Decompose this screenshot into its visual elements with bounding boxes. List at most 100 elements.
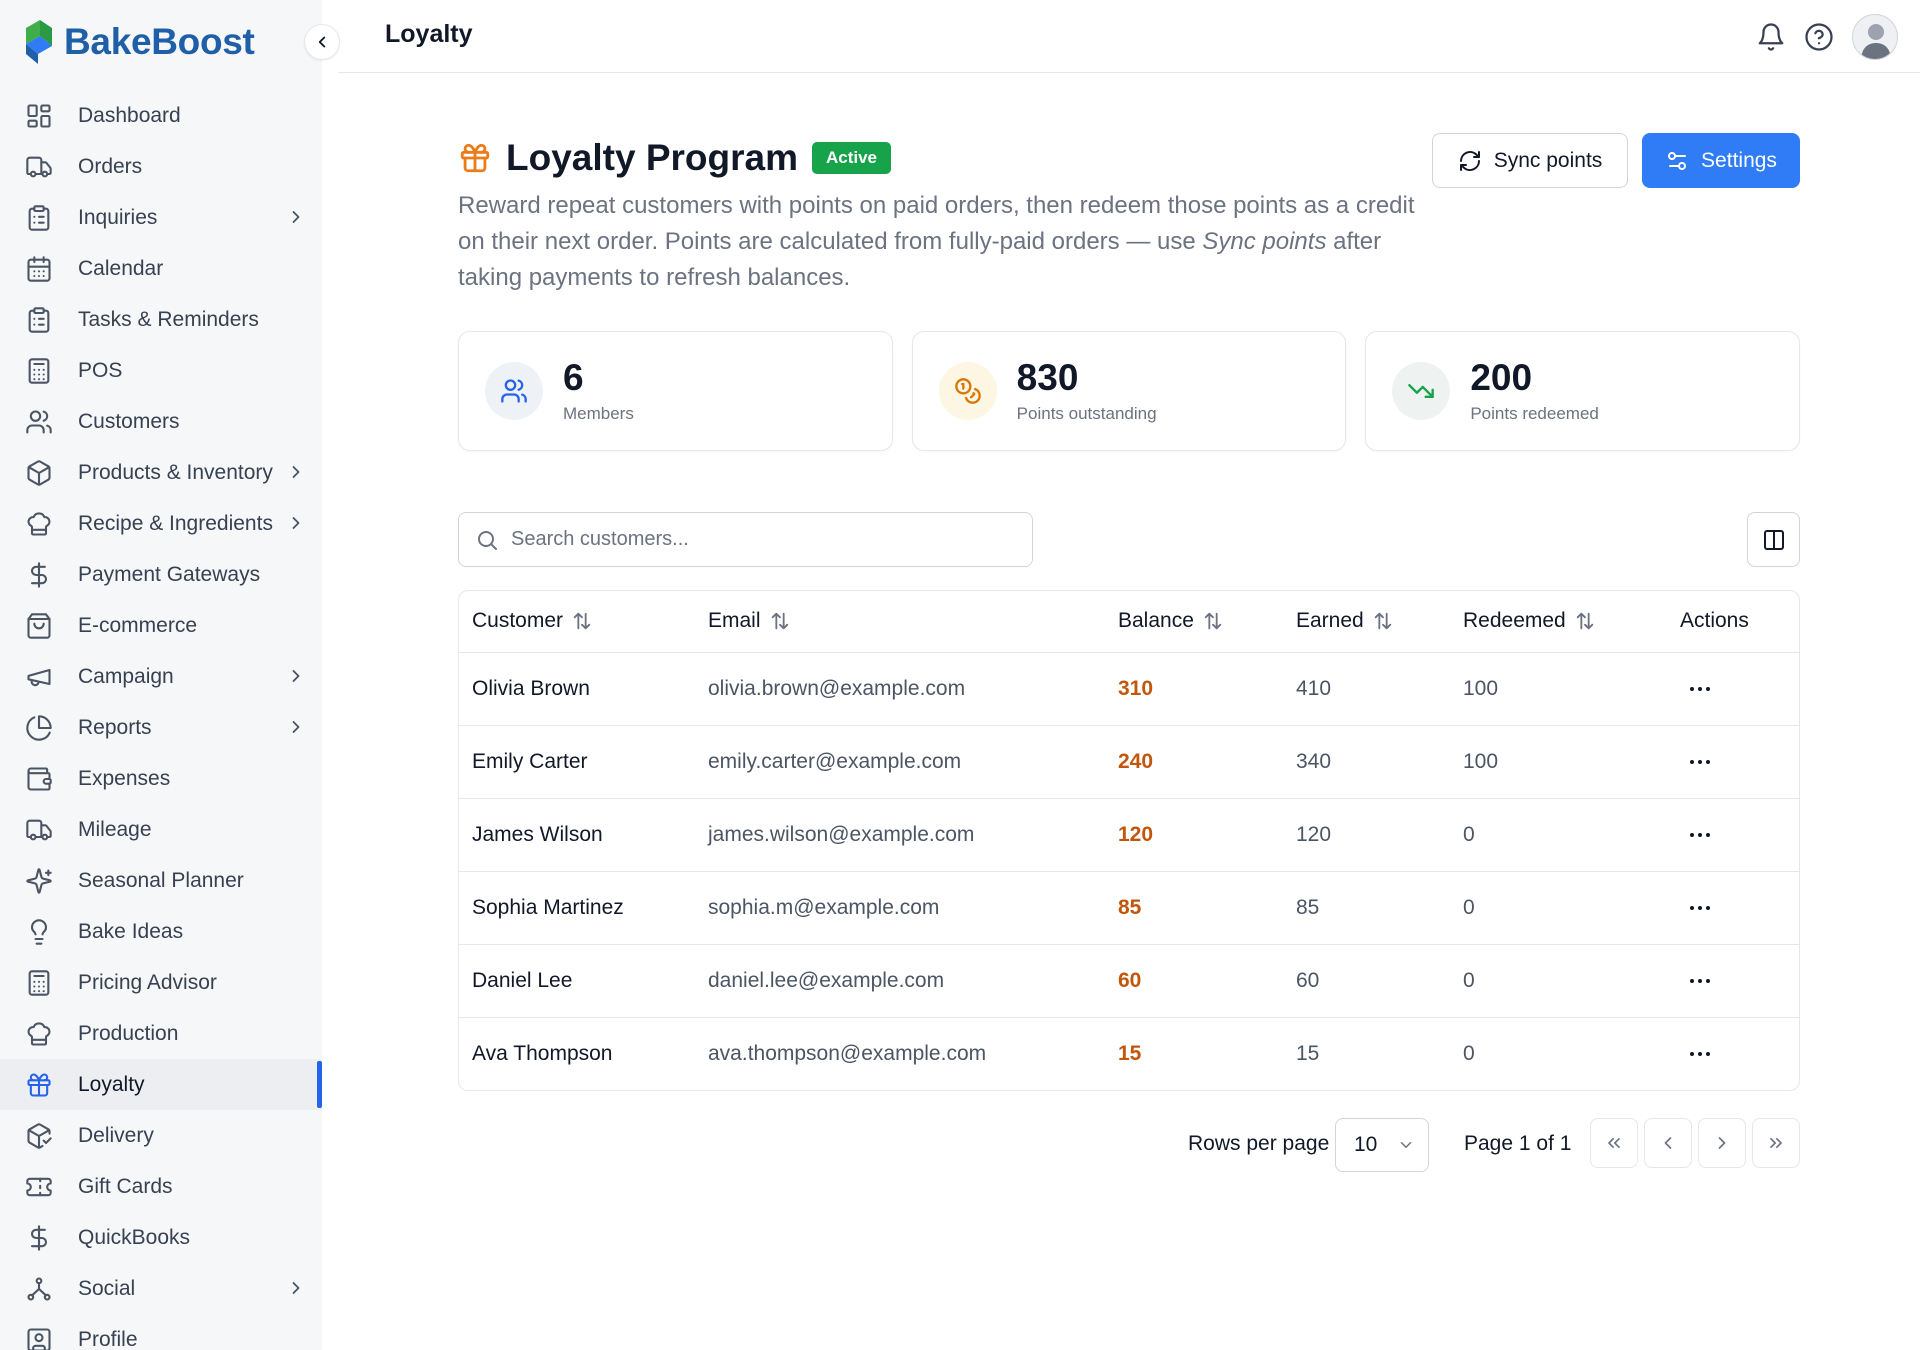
bell-icon[interactable] bbox=[1756, 22, 1786, 52]
settings-button[interactable]: Settings bbox=[1642, 133, 1800, 188]
sidebar-item-inquiries[interactable]: Inquiries bbox=[0, 192, 322, 243]
ticket-icon bbox=[26, 1177, 52, 1196]
search-input[interactable] bbox=[511, 528, 991, 551]
pagination: Rows per page 10 Page 1 of 1 bbox=[458, 1118, 1800, 1172]
chevrons-left-icon bbox=[1608, 1138, 1620, 1148]
sidebar-item-label: Payment Gateways bbox=[78, 562, 261, 586]
sidebar-item-campaign[interactable]: Campaign bbox=[0, 651, 322, 702]
more-actions-icon[interactable] bbox=[1680, 1051, 1799, 1056]
chevron-right-icon bbox=[286, 462, 306, 482]
previous-page-button[interactable] bbox=[1644, 1118, 1692, 1168]
row-actions-cell bbox=[1667, 871, 1799, 945]
table-row: James Wilson james.wilson@example.com 120 1… bbox=[459, 798, 1799, 872]
sidebar-item-pricing-advisor[interactable]: Pricing Advisor bbox=[0, 957, 322, 1008]
network-icon bbox=[27, 1276, 51, 1301]
last-page-button[interactable] bbox=[1752, 1118, 1800, 1168]
stat-card: 6 Members bbox=[458, 331, 893, 451]
stat-value: 200 bbox=[1470, 357, 1533, 398]
column-header-earned[interactable]: Earned bbox=[1283, 591, 1450, 653]
points-redeemed: 0 bbox=[1450, 944, 1667, 1018]
sidebar-item-orders[interactable]: Orders bbox=[0, 141, 322, 192]
gift-icon bbox=[27, 1072, 51, 1097]
row-actions-cell bbox=[1667, 798, 1799, 872]
search-box[interactable] bbox=[458, 512, 1033, 567]
sidebar-item-mileage[interactable]: Mileage bbox=[0, 804, 322, 855]
sliders-icon bbox=[1668, 151, 1687, 170]
more-actions-icon[interactable] bbox=[1680, 978, 1799, 983]
sidebar-item-label: POS bbox=[78, 358, 123, 382]
chevron-right-icon bbox=[286, 1278, 306, 1298]
chevron-right-icon bbox=[286, 717, 306, 737]
column-header-customer[interactable]: Customer bbox=[459, 591, 695, 653]
columns-icon bbox=[1763, 529, 1784, 550]
sidebar-item-recipe-ingredients[interactable]: Recipe & Ingredients bbox=[0, 498, 322, 549]
table-row: Sophia Martinez sophia.m@example.com 85 85 0 bbox=[459, 871, 1799, 945]
coins-icon bbox=[954, 378, 981, 404]
sidebar-item-icon bbox=[24, 866, 54, 896]
sidebar-item-e-commerce[interactable]: E-commerce bbox=[0, 600, 322, 651]
customer-email: daniel.lee@example.com bbox=[695, 944, 1105, 1018]
sidebar-item-icon bbox=[24, 611, 54, 641]
sidebar: BakeBoost Dashboard Orders Inquiries Calend… bbox=[0, 0, 322, 1350]
rows-per-page-label: Rows per page bbox=[1188, 1132, 1330, 1155]
sidebar-item-icon bbox=[24, 152, 54, 182]
column-header-balance[interactable]: Balance bbox=[1105, 591, 1283, 653]
points-balance: 240 bbox=[1105, 725, 1283, 799]
sidebar-item-dashboard[interactable]: Dashboard bbox=[0, 90, 322, 141]
avatar[interactable] bbox=[1852, 14, 1898, 60]
brand-name: BakeBoost bbox=[64, 21, 255, 62]
stat-label: Points outstanding bbox=[1016, 404, 1157, 423]
sidebar-item-delivery[interactable]: Delivery bbox=[0, 1110, 322, 1161]
sidebar-item-pos[interactable]: POS bbox=[0, 345, 322, 396]
row-actions-cell bbox=[1667, 725, 1799, 799]
more-actions-icon[interactable] bbox=[1680, 905, 1799, 910]
sync-points-label: Sync points bbox=[1493, 148, 1603, 172]
more-actions-icon[interactable] bbox=[1680, 832, 1799, 837]
points-earned: 410 bbox=[1283, 652, 1450, 726]
sidebar-item-label: Gift Cards bbox=[78, 1174, 173, 1198]
rows-per-page-select[interactable]: 10 bbox=[1335, 1118, 1429, 1172]
truck-icon bbox=[26, 156, 52, 177]
sidebar-item-gift-cards[interactable]: Gift Cards bbox=[0, 1161, 322, 1212]
more-actions-icon[interactable] bbox=[1680, 686, 1799, 691]
more-actions-icon[interactable] bbox=[1680, 759, 1799, 764]
stat-icon-circle bbox=[1392, 362, 1451, 420]
sync-points-button[interactable]: Sync points bbox=[1432, 133, 1628, 188]
toggle-columns-button[interactable] bbox=[1747, 512, 1800, 567]
sidebar-item-label: Expenses bbox=[78, 766, 171, 790]
customer-name: Olivia Brown bbox=[459, 652, 695, 726]
sidebar-item-profile[interactable]: Profile bbox=[0, 1314, 322, 1350]
sidebar-item-icon bbox=[24, 356, 54, 386]
sidebar-item-calendar[interactable]: Calendar bbox=[0, 243, 322, 294]
sidebar-item-bake-ideas[interactable]: Bake Ideas bbox=[0, 906, 322, 957]
chevron-left-icon bbox=[318, 36, 326, 48]
sidebar-item-products-inventory[interactable]: Products & Inventory bbox=[0, 447, 322, 498]
sidebar-item-tasks-reminders[interactable]: Tasks & Reminders bbox=[0, 294, 322, 345]
pie-chart-icon bbox=[26, 714, 52, 741]
sidebar-item-seasonal-planner[interactable]: Seasonal Planner bbox=[0, 855, 322, 906]
first-page-button[interactable] bbox=[1590, 1118, 1638, 1168]
next-page-button[interactable] bbox=[1698, 1118, 1746, 1168]
lightbulb-icon bbox=[30, 918, 48, 945]
sidebar-item-label: Orders bbox=[78, 154, 143, 178]
brand-logo[interactable]: BakeBoost bbox=[22, 16, 255, 68]
sidebar-item-customers[interactable]: Customers bbox=[0, 396, 322, 447]
stat-value: 830 bbox=[1016, 357, 1079, 398]
column-header-redeemed[interactable]: Redeemed bbox=[1450, 591, 1667, 653]
sidebar-item-payment-gateways[interactable]: Payment Gateways bbox=[0, 549, 322, 600]
collapse-sidebar-button[interactable] bbox=[304, 24, 340, 60]
points-redeemed: 100 bbox=[1450, 725, 1667, 799]
points-earned: 340 bbox=[1283, 725, 1450, 799]
column-header-email[interactable]: Email bbox=[695, 591, 1105, 653]
sidebar-item-loyalty[interactable]: Loyalty bbox=[0, 1059, 322, 1110]
sidebar-item-icon bbox=[24, 1121, 54, 1151]
customer-email: sophia.m@example.com bbox=[695, 871, 1105, 945]
sidebar-item-expenses[interactable]: Expenses bbox=[0, 753, 322, 804]
help-icon[interactable] bbox=[1804, 22, 1834, 52]
sidebar-item-label: Production bbox=[78, 1021, 179, 1045]
sidebar-item-reports[interactable]: Reports bbox=[0, 702, 322, 753]
sidebar-item-production[interactable]: Production bbox=[0, 1008, 322, 1059]
column-label: Actions bbox=[1680, 609, 1749, 633]
sidebar-item-quickbooks[interactable]: QuickBooks bbox=[0, 1212, 322, 1263]
sidebar-item-social[interactable]: Social bbox=[0, 1263, 322, 1314]
